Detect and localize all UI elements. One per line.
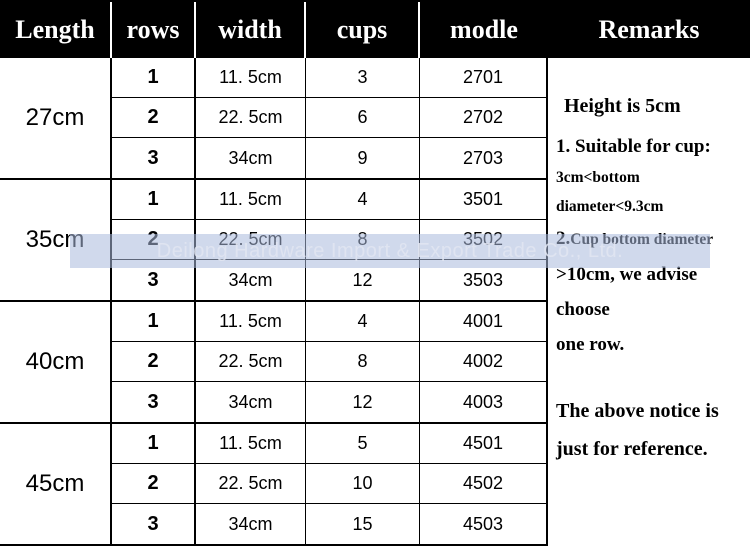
cell-cups: 4	[306, 180, 420, 219]
length-cell: 45cm	[0, 424, 112, 544]
rows-container: 111. 5cm32701222. 5cm62702334cm92703	[112, 58, 548, 178]
cell-cups: 12	[306, 382, 420, 422]
cell-cups: 3	[306, 58, 420, 97]
length-group: 27cm111. 5cm32701222. 5cm62702334cm92703	[0, 58, 548, 180]
cell-width: 22. 5cm	[196, 342, 306, 381]
cell-cups: 6	[306, 98, 420, 137]
length-group: 40cm111. 5cm44001222. 5cm84002334cm12400…	[0, 302, 548, 424]
cell-rows: 2	[112, 220, 196, 259]
remarks-note-1: The above notice is	[556, 392, 742, 430]
header-row: Length rows width cups modle	[0, 2, 548, 58]
header-remarks: Remarks	[548, 2, 750, 58]
length-cell: 40cm	[0, 302, 112, 422]
cell-width: 11. 5cm	[196, 180, 306, 219]
size-chart-table: Length rows width cups modle 27cm111. 5c…	[0, 0, 750, 542]
cell-cups: 15	[306, 504, 420, 544]
cell-rows: 2	[112, 342, 196, 381]
remarks-line1-detail: 3cm<bottom diameter<9.3cm	[556, 164, 742, 221]
main-columns: Length rows width cups modle 27cm111. 5c…	[0, 0, 548, 542]
cell-rows: 2	[112, 464, 196, 503]
remarks-line2-num: 2.	[556, 228, 570, 249]
cell-modle: 2701	[420, 58, 548, 97]
cell-modle: 3501	[420, 180, 548, 219]
cell-rows: 2	[112, 98, 196, 137]
length-cell: 35cm	[0, 180, 112, 300]
remarks-body: Height is 5cm 1. Suitable for cup: 3cm<b…	[548, 58, 750, 476]
cell-width: 11. 5cm	[196, 302, 306, 341]
table-row: 334cm123503	[112, 260, 548, 300]
cell-width: 22. 5cm	[196, 464, 306, 503]
remarks-line2-text2: >10cm, we advise choose	[556, 257, 742, 327]
cell-modle: 3503	[420, 260, 548, 300]
header-modle: modle	[420, 2, 548, 58]
cell-modle: 4001	[420, 302, 548, 341]
remarks-line2-text3: one row.	[556, 327, 742, 362]
cell-rows: 1	[112, 302, 196, 341]
cell-width: 34cm	[196, 260, 306, 300]
cell-rows: 3	[112, 138, 196, 178]
cell-rows: 3	[112, 504, 196, 544]
table-row: 111. 5cm54501	[112, 424, 548, 464]
cell-width: 34cm	[196, 138, 306, 178]
header-rows: rows	[112, 2, 196, 58]
cell-modle: 4003	[420, 382, 548, 422]
header-width: width	[196, 2, 306, 58]
cell-modle: 2703	[420, 138, 548, 178]
length-group: 35cm111. 5cm43501222. 5cm83502334cm12350…	[0, 180, 548, 302]
cell-width: 11. 5cm	[196, 424, 306, 463]
remarks-height: Height is 5cm	[556, 88, 742, 125]
remarks-line2: 2.Cup bottom diameter	[556, 221, 742, 256]
cell-cups: 4	[306, 302, 420, 341]
length-group: 45cm111. 5cm54501222. 5cm104502334cm1545…	[0, 424, 548, 546]
cell-cups: 8	[306, 342, 420, 381]
rows-container: 111. 5cm43501222. 5cm83502334cm123503	[112, 180, 548, 300]
cell-width: 11. 5cm	[196, 58, 306, 97]
table-row: 222. 5cm84002	[112, 342, 548, 382]
cell-width: 22. 5cm	[196, 220, 306, 259]
table-row: 111. 5cm44001	[112, 302, 548, 342]
cell-modle: 4501	[420, 424, 548, 463]
cell-modle: 3502	[420, 220, 548, 259]
cell-modle: 4502	[420, 464, 548, 503]
rows-container: 111. 5cm54501222. 5cm104502334cm154503	[112, 424, 548, 544]
remarks-note: The above notice is just for reference.	[556, 392, 742, 468]
cell-width: 34cm	[196, 504, 306, 544]
cell-cups: 10	[306, 464, 420, 503]
rows-container: 111. 5cm44001222. 5cm84002334cm124003	[112, 302, 548, 422]
table-row: 222. 5cm104502	[112, 464, 548, 504]
cell-rows: 3	[112, 260, 196, 300]
table-row: 334cm154503	[112, 504, 548, 544]
remarks-note-2: just for reference.	[556, 430, 742, 468]
cell-modle: 2702	[420, 98, 548, 137]
cell-rows: 3	[112, 382, 196, 422]
cell-width: 34cm	[196, 382, 306, 422]
table-row: 111. 5cm32701	[112, 58, 548, 98]
table-row: 222. 5cm83502	[112, 220, 548, 260]
table-row: 111. 5cm43501	[112, 180, 548, 220]
cell-modle: 4002	[420, 342, 548, 381]
cell-width: 22. 5cm	[196, 98, 306, 137]
remarks-line1-label: 1. Suitable for cup:	[556, 129, 742, 164]
cell-modle: 4503	[420, 504, 548, 544]
table-row: 334cm92703	[112, 138, 548, 178]
header-length: Length	[0, 2, 112, 58]
table-row: 222. 5cm62702	[112, 98, 548, 138]
header-cups: cups	[306, 2, 420, 58]
cell-rows: 1	[112, 180, 196, 219]
table-row: 334cm124003	[112, 382, 548, 422]
remarks-line2-text1: Cup bottom diameter	[570, 231, 713, 248]
cell-cups: 5	[306, 424, 420, 463]
remarks-column: Remarks Height is 5cm 1. Suitable for cu…	[548, 0, 750, 542]
cell-rows: 1	[112, 424, 196, 463]
length-cell: 27cm	[0, 58, 112, 178]
cell-rows: 1	[112, 58, 196, 97]
cell-cups: 12	[306, 260, 420, 300]
cell-cups: 9	[306, 138, 420, 178]
cell-cups: 8	[306, 220, 420, 259]
